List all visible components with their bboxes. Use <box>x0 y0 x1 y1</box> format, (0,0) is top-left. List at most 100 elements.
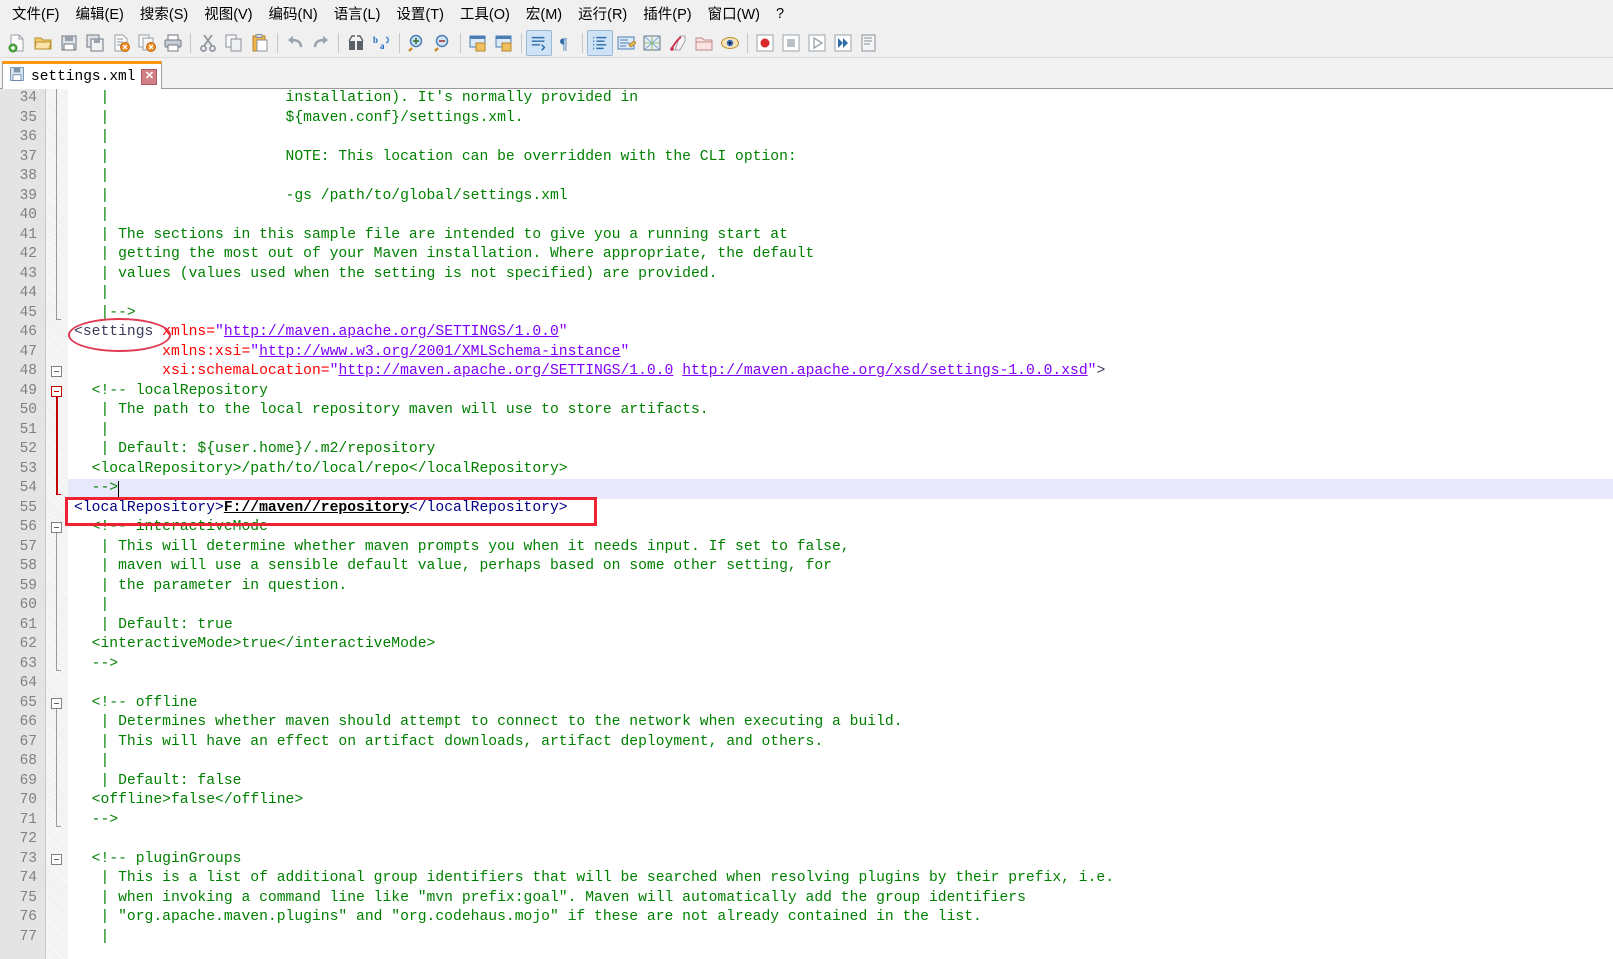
code-line[interactable]: | The path to the local repository maven… <box>68 401 1613 421</box>
code-text-area[interactable]: | installation). It's normally provided … <box>68 89 1613 959</box>
code-line[interactable]: --> <box>68 655 1613 675</box>
code-line[interactable] <box>68 674 1613 694</box>
sync-horizontal-scroll-icon[interactable] <box>491 30 517 56</box>
zoom-in-icon[interactable] <box>404 30 430 56</box>
save-macro-icon[interactable] <box>856 30 882 56</box>
menu-language[interactable]: 语言(L) <box>326 0 389 27</box>
code-line[interactable]: | installation). It's normally provided … <box>68 89 1613 109</box>
code-line[interactable]: | This will have an effect on artifact d… <box>68 733 1613 753</box>
new-file-icon[interactable] <box>4 30 30 56</box>
code-line[interactable]: | <box>68 596 1613 616</box>
code-line[interactable]: --> <box>68 811 1613 831</box>
menu-encoding[interactable]: 编码(N) <box>261 0 326 27</box>
code-line[interactable]: | -gs /path/to/global/settings.xml <box>68 187 1613 207</box>
code-line[interactable]: | The sections in this sample file are i… <box>68 226 1613 246</box>
code-line[interactable]: --> <box>68 479 1613 499</box>
code-line[interactable]: <!-- pluginGroups <box>68 850 1613 870</box>
code-line[interactable]: | "org.apache.maven.plugins" and "org.co… <box>68 908 1613 928</box>
monitoring-icon[interactable] <box>717 30 743 56</box>
close-file-icon[interactable] <box>108 30 134 56</box>
code-line[interactable]: | <box>68 284 1613 304</box>
function-list-icon[interactable] <box>665 30 691 56</box>
stop-recording-icon[interactable] <box>778 30 804 56</box>
code-line[interactable]: <!-- offline <box>68 694 1613 714</box>
code-line[interactable]: <localRepository>/path/to/local/repo</lo… <box>68 460 1613 480</box>
line-number: 66 <box>19 714 37 730</box>
show-all-characters-icon[interactable]: ¶ <box>552 30 578 56</box>
code-line[interactable]: | <box>68 752 1613 772</box>
code-line[interactable]: | maven will use a sensible default valu… <box>68 557 1613 577</box>
open-file-icon[interactable] <box>30 30 56 56</box>
code-line[interactable]: |--> <box>68 304 1613 324</box>
run-macro-multiple-icon[interactable] <box>830 30 856 56</box>
save-all-icon[interactable] <box>82 30 108 56</box>
paste-icon[interactable] <box>247 30 273 56</box>
code-editor[interactable]: 34 35 36 37 38 39 40 41 42 43 44 45 46 47 48 49 50 51 52 53… <box>0 89 1613 959</box>
code-line[interactable]: | <box>68 928 1613 948</box>
close-all-icon[interactable] <box>134 30 160 56</box>
code-line[interactable]: <!-- interactiveMode <box>68 518 1613 538</box>
folder-as-workspace-icon[interactable] <box>691 30 717 56</box>
cut-icon[interactable] <box>195 30 221 56</box>
code-line[interactable]: xsi:schemaLocation="http://maven.apache.… <box>68 362 1613 382</box>
indent-guide-icon[interactable] <box>587 29 613 56</box>
code-line[interactable]: | <box>68 128 1613 148</box>
code-line[interactable]: | Default: false <box>68 772 1613 792</box>
record-macro-icon[interactable] <box>752 30 778 56</box>
show-doc-map-icon[interactable] <box>639 30 665 56</box>
find-icon[interactable] <box>343 30 369 56</box>
tab-settings-xml[interactable]: settings.xml ✕ <box>2 61 163 89</box>
redo-icon[interactable] <box>308 30 334 56</box>
code-line[interactable]: | Default: ${user.home}/.m2/repository <box>68 440 1613 460</box>
code-line[interactable]: <!-- localRepository <box>68 382 1613 402</box>
save-icon[interactable] <box>56 30 82 56</box>
code-line[interactable]: | the parameter in question. <box>68 577 1613 597</box>
code-line[interactable]: <localRepository>F://maven//repository</… <box>68 499 1613 519</box>
menu-view[interactable]: 视图(V) <box>196 0 260 27</box>
replace-icon[interactable]: ba <box>369 30 395 56</box>
menu-macro[interactable]: 宏(M) <box>518 0 570 27</box>
code-line[interactable]: | ${maven.conf}/settings.xml. <box>68 109 1613 129</box>
close-icon[interactable]: ✕ <box>141 68 158 85</box>
code-line[interactable]: | values (values used when the setting i… <box>68 265 1613 285</box>
user-defined-language-icon[interactable] <box>613 30 639 56</box>
menu-tools[interactable]: 工具(O) <box>452 0 518 27</box>
menu-window[interactable]: 窗口(W) <box>700 0 768 27</box>
code-line[interactable]: <interactiveMode>true</interactiveMode> <box>68 635 1613 655</box>
menu-edit[interactable]: 编辑(E) <box>68 0 132 27</box>
fold-marker-active[interactable] <box>51 385 62 397</box>
menu-file[interactable]: 文件(F) <box>4 0 68 27</box>
code-line[interactable]: | This will determine whether maven prom… <box>68 538 1613 558</box>
code-line[interactable]: | <box>68 167 1613 187</box>
playback-macro-icon[interactable] <box>804 30 830 56</box>
code-line[interactable]: xmlns:xsi="http://www.w3.org/2001/XMLSch… <box>68 343 1613 363</box>
code-line[interactable]: | Default: true <box>68 616 1613 636</box>
code-line[interactable]: <offline>false</offline> <box>68 791 1613 811</box>
menu-help[interactable]: ? <box>768 3 792 25</box>
copy-icon[interactable] <box>221 30 247 56</box>
menu-run[interactable]: 运行(R) <box>570 0 635 27</box>
word-wrap-icon[interactable] <box>526 29 552 56</box>
print-icon[interactable] <box>160 30 186 56</box>
line-number-gutter: 34 35 36 37 38 39 40 41 42 43 44 45 46 47 48 49 50 51 52 53… <box>0 89 46 959</box>
menu-search[interactable]: 搜索(S) <box>132 0 196 27</box>
code-folding-margin[interactable] <box>46 89 68 959</box>
zoom-out-icon[interactable] <box>430 30 456 56</box>
menu-plugins[interactable]: 插件(P) <box>635 0 699 27</box>
code-line[interactable]: <settings xmlns="http://maven.apache.org… <box>68 323 1613 343</box>
code-line[interactable]: | when invoking a command line like "mvn… <box>68 889 1613 909</box>
fold-marker[interactable] <box>51 853 62 865</box>
sync-vertical-scroll-icon[interactable] <box>465 30 491 56</box>
code-line[interactable]: | Determines whether maven should attemp… <box>68 713 1613 733</box>
code-line[interactable]: | <box>68 206 1613 226</box>
fold-marker[interactable] <box>51 366 62 377</box>
code-line[interactable]: | <box>68 421 1613 441</box>
code-line[interactable]: | getting the most out of your Maven ins… <box>68 245 1613 265</box>
code-line[interactable] <box>68 830 1613 850</box>
code-line[interactable]: | NOTE: This location can be overridden … <box>68 148 1613 168</box>
undo-icon[interactable] <box>282 30 308 56</box>
fold-marker[interactable] <box>51 697 62 709</box>
menu-settings[interactable]: 设置(T) <box>388 0 452 27</box>
fold-marker[interactable] <box>51 522 62 533</box>
code-line[interactable]: | This is a list of additional group ide… <box>68 869 1613 889</box>
